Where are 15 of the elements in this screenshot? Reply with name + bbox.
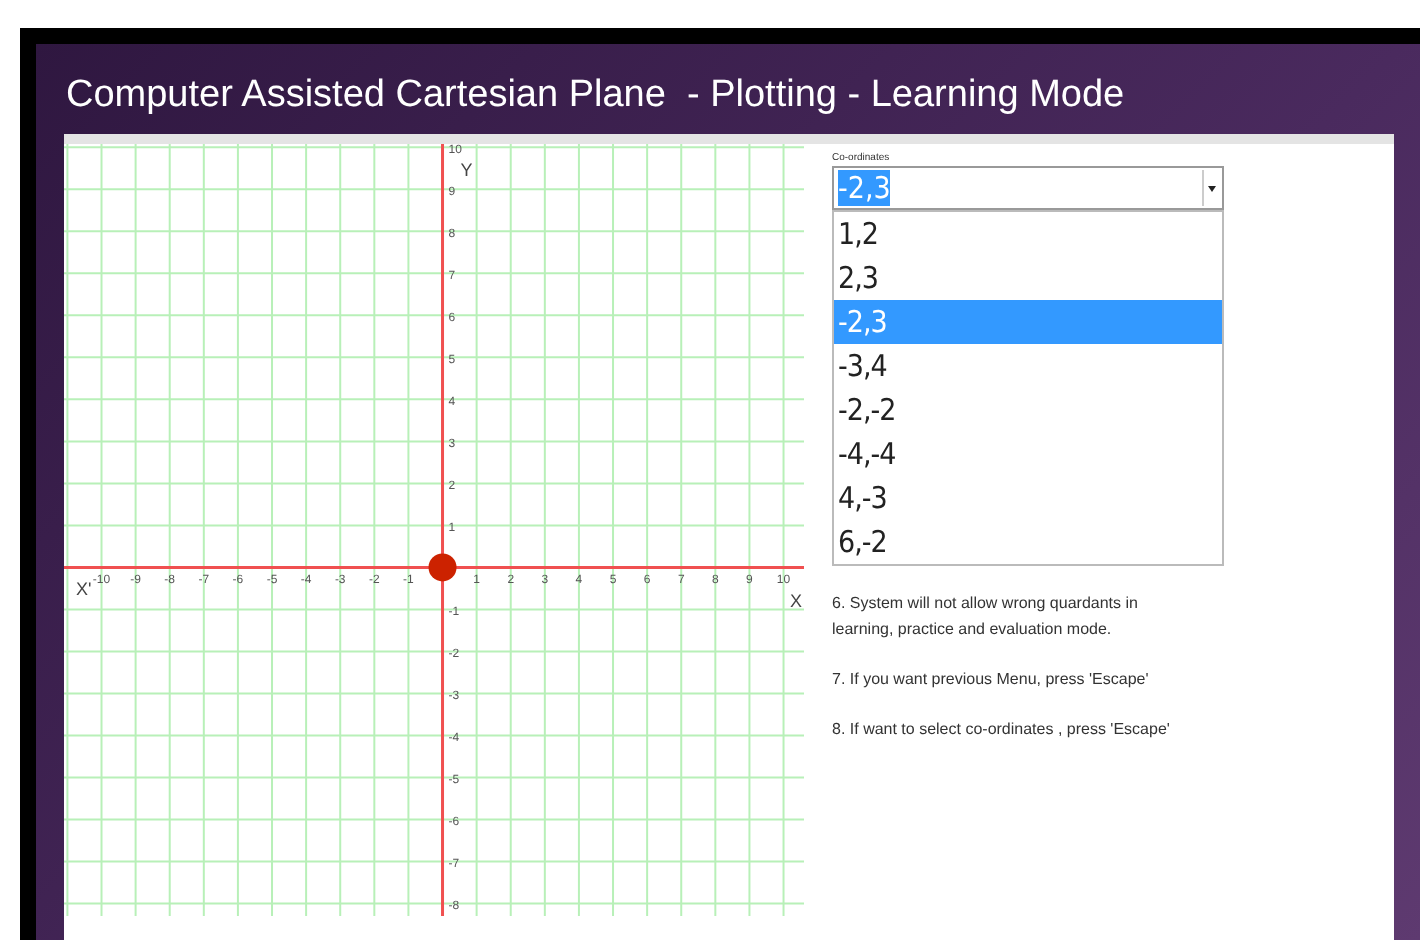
dropdown-option[interactable]: 4,-3 [834, 476, 1222, 520]
axis-label: X' [76, 579, 92, 600]
dropdown-option[interactable]: -3,4 [834, 344, 1222, 388]
dropdown-option[interactable]: 2,3 [834, 256, 1222, 300]
instruction-text: 8. If want to select co-ordinates , press 'Escape' [832, 718, 1172, 742]
dropdown-arrow-icon[interactable] [1202, 170, 1220, 206]
dropdown-option[interactable]: -2,-2 [834, 388, 1222, 432]
window-title: Computer Assisted Cartesian Plane - Plotting - Learning Mode [64, 72, 1127, 120]
dropdown-option[interactable]: 6,-2 [834, 520, 1222, 564]
instruction-text: 7. If you want previous Menu, press 'Escape' [832, 668, 1151, 692]
instruction-text: 6. System will not allow wrong quardants in learning, practice and evaluation mode. [832, 592, 1140, 642]
dropdown-option[interactable]: -4,-4 [834, 432, 1222, 476]
axis-label: X [790, 591, 803, 612]
dropdown-option[interactable]: 1,2 [834, 212, 1222, 256]
axis-label: Y [460, 160, 473, 180]
